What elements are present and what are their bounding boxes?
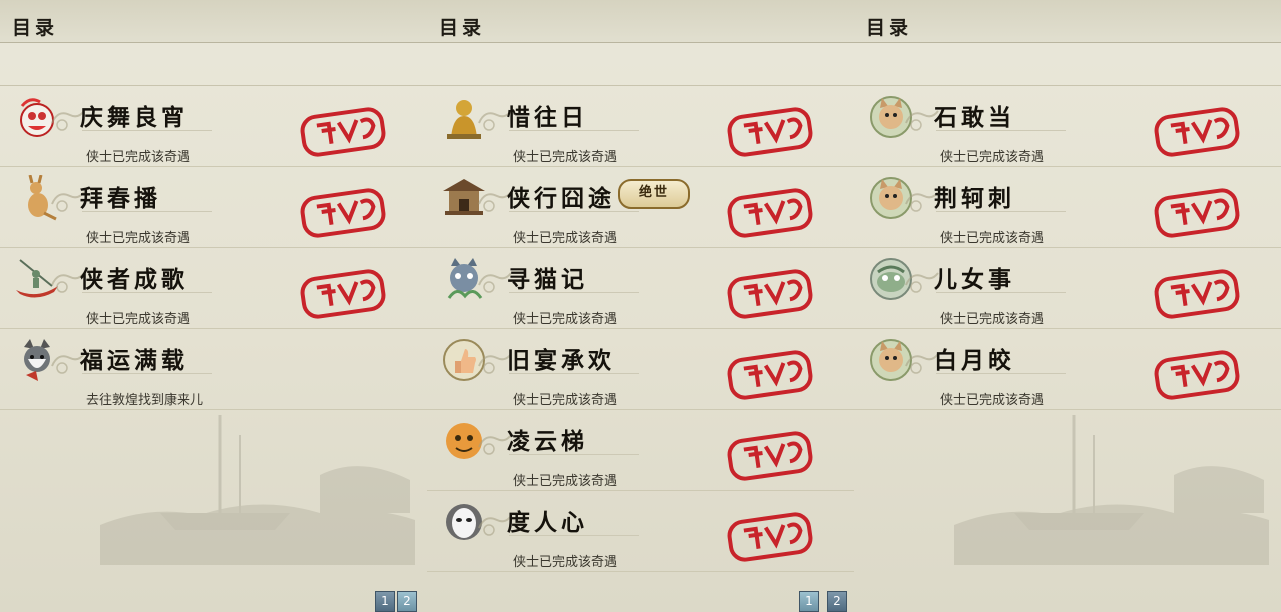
quest-catalog-panel-3: 目录 石敢当 侠士已完成该奇遇 荆轲刺 侠士已完成该奇遇 儿女事 侠士已完成该奇… [854,0,1281,612]
title-underline [82,130,212,131]
quest-row[interactable]: 凌云梯 侠士已完成该奇遇 [427,410,854,491]
quest-status: 侠士已完成该奇遇 [940,150,1045,165]
quest-status: 侠士已完成该奇遇 [513,474,618,489]
quest-row[interactable]: 度人心 侠士已完成该奇遇 [427,491,854,572]
quest-status: 侠士已完成该奇遇 [86,231,191,246]
page-2-button[interactable]: 2 [827,591,847,612]
quest-row[interactable]: 寻猫记 侠士已完成该奇遇 [427,248,854,329]
quest-row[interactable]: 侠者成歌 侠士已完成该奇遇 [0,248,427,329]
page-1-button[interactable]: 1 [799,591,819,612]
quest-row[interactable]: 庆舞良宵 侠士已完成该奇遇 [0,86,427,167]
quest-row[interactable]: 儿女事 侠士已完成该奇遇 [854,248,1281,329]
quest-status: 侠士已完成该奇遇 [513,555,618,570]
quest-status: 侠士已完成该奇遇 [940,393,1045,408]
quest-title: 福运满载 [80,347,188,374]
catalog-header: 目录 [427,0,854,43]
quest-row[interactable]: 白月皎 侠士已完成该奇遇 [854,329,1281,410]
quest-status: 侠士已完成该奇遇 [86,150,191,165]
title-underline [509,292,639,293]
quest-title: 度人心 [507,509,588,536]
completed-seal-stamp [300,269,386,319]
title-underline [509,454,639,455]
completed-seal-stamp [300,107,386,157]
quest-status: 侠士已完成该奇遇 [513,231,618,246]
quest-status: 侠士已完成该奇遇 [513,150,618,165]
quest-title: 石敢当 [934,104,1015,131]
page-1-button[interactable]: 1 [375,591,395,612]
quest-list: 惜往日 侠士已完成该奇遇 侠行囧途 侠士已完成该奇遇 寻猫记 侠士已完成该奇遇 … [427,86,854,572]
quest-title: 寻猫记 [507,266,588,293]
quest-title: 凌云梯 [507,428,588,455]
completed-seal-stamp [727,512,813,562]
catalog-header: 目录 [854,0,1281,43]
quest-status: 侠士已完成该奇遇 [940,231,1045,246]
completed-seal-stamp [300,188,386,238]
quest-title: 儿女事 [934,266,1015,293]
quest-row[interactable]: 惜往日 侠士已完成该奇遇 [427,86,854,167]
completed-seal-stamp [727,188,813,238]
completed-seal-stamp [1154,188,1240,238]
catalog-title: 目录 [439,17,486,39]
title-underline [82,292,212,293]
quest-title: 荆轲刺 [934,185,1015,212]
quest-list: 石敢当 侠士已完成该奇遇 荆轲刺 侠士已完成该奇遇 儿女事 侠士已完成该奇遇 白… [854,86,1281,410]
title-underline [509,130,639,131]
quest-catalog-panel-2: 目录 惜往日 侠士已完成该奇遇 侠行囧途 侠士已完成该奇遇 寻猫记 侠士已完成该… [427,0,855,612]
title-underline [509,373,639,374]
completed-seal-stamp [1154,350,1240,400]
title-underline [509,535,639,536]
quest-status: 侠士已完成该奇遇 [513,312,618,327]
completed-seal-stamp [1154,269,1240,319]
quest-catalog-panel-1: 目录 庆舞良宵 侠士已完成该奇遇 拜春播 侠士已完成该奇遇 侠者成歌 侠士已完成… [0,0,428,612]
title-underline [936,373,1066,374]
catalog-title: 目录 [12,17,59,39]
quest-title: 白月皎 [934,347,1015,374]
quest-row[interactable]: 拜春播 侠士已完成该奇遇 [0,167,427,248]
quest-title: 旧宴承欢 [507,347,615,374]
quest-title: 拜春播 [80,185,161,212]
title-underline [82,211,212,212]
page-2-button[interactable]: 2 [397,591,417,612]
boat-scenery-decoration [100,415,415,565]
quest-status: 侠士已完成该奇遇 [86,312,191,327]
completed-seal-stamp [727,107,813,157]
completed-seal-stamp [1154,107,1240,157]
quest-title: 侠行囧途 [507,185,615,212]
quest-title: 侠者成歌 [80,266,188,293]
quest-title: 庆舞良宵 [80,104,188,131]
quest-list: 庆舞良宵 侠士已完成该奇遇 拜春播 侠士已完成该奇遇 侠者成歌 侠士已完成该奇遇… [0,86,427,410]
catalog-title: 目录 [866,17,913,39]
title-underline [82,373,212,374]
title-underline [509,211,639,212]
quest-row[interactable]: 石敢当 侠士已完成该奇遇 [854,86,1281,167]
quest-status: 侠士已完成该奇遇 [513,393,618,408]
boat-scenery-decoration [954,415,1269,565]
title-underline [936,130,1066,131]
peerless-badge: 绝世 [618,179,690,209]
quest-status: 去往敦煌找到康来儿 [86,393,204,408]
title-underline [936,292,1066,293]
completed-seal-stamp [727,350,813,400]
quest-row[interactable]: 旧宴承欢 侠士已完成该奇遇 [427,329,854,410]
title-underline [936,211,1066,212]
quest-row[interactable]: 福运满载 去往敦煌找到康来儿 [0,329,427,410]
completed-seal-stamp [727,269,813,319]
quest-title: 惜往日 [507,104,588,131]
completed-seal-stamp [727,431,813,481]
catalog-header: 目录 [0,0,427,43]
quest-row[interactable]: 荆轲刺 侠士已完成该奇遇 [854,167,1281,248]
quest-status: 侠士已完成该奇遇 [940,312,1045,327]
